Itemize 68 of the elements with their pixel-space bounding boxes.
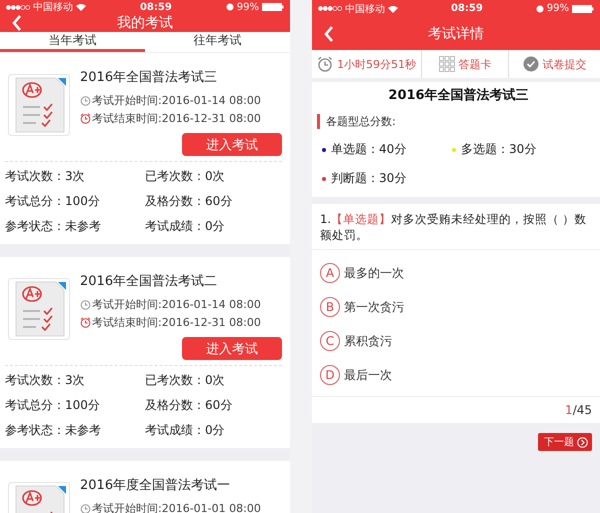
end-time: 考试结束时间:2016-12-31 08:00 (92, 111, 261, 126)
score-type: 多选题：30分 (461, 141, 536, 158)
battery-percent: 99% (236, 2, 259, 12)
clock-icon (80, 503, 91, 513)
clock-time: 08:59 (138, 2, 173, 12)
clock-icon (80, 299, 91, 310)
exam-stat: 考试成绩：0分 (145, 422, 226, 439)
page-title: 我的考试 (116, 14, 174, 32)
option-text[interactable]: 第一次贪污 (344, 298, 404, 316)
back-icon[interactable] (324, 26, 334, 42)
start-time: 考试开始时间:2016-01-14 08:00 (92, 93, 261, 108)
option-letter[interactable]: A (320, 263, 340, 284)
clock-time: 08:59 (450, 3, 484, 14)
option-text[interactable]: 最后一次 (344, 366, 392, 384)
option-letter[interactable]: B (320, 297, 340, 318)
battery-icon (572, 4, 594, 12)
exam-stat: 考试次数：3次 (5, 372, 86, 389)
alarm-clock-icon (317, 56, 334, 72)
enter-exam-button[interactable]: 进入考试 (182, 133, 282, 156)
question-text: 1.【单选题】对多次受贿未经处理的，按照（ ）数额处罚。 (312, 204, 600, 250)
exam-stat: 考试总分：100分 (5, 397, 101, 414)
exam-title: 2016年全国普法考试三 (80, 68, 218, 86)
exam-stat: 考试总分：100分 (5, 193, 101, 210)
exam-stat: 已考次数：0次 (145, 372, 226, 389)
option-letter[interactable]: C (320, 331, 340, 352)
battery-icon (262, 3, 284, 11)
section-label: 各题型总分数: (317, 114, 600, 129)
wifi-icon (76, 3, 86, 11)
option-text[interactable]: 累积贪污 (344, 332, 392, 350)
grid-icon (438, 56, 455, 72)
alarm-clock-icon (80, 317, 91, 328)
battery-percent: 99% (546, 3, 569, 14)
page-counter: 1/45 (565, 403, 592, 418)
page-title: 考试详情 (427, 24, 485, 42)
answer-card-button[interactable]: 答题卡 (421, 50, 508, 78)
start-time: 考试开始时间:2016-01-14 08:00 (92, 297, 261, 312)
signal-icon (6, 4, 30, 10)
exam-stat: 及格分数：60分 (145, 193, 234, 210)
timer-button[interactable]: 1小时59分51秒 (312, 50, 422, 78)
exam-title: 2016年度全国普法考试一 (80, 476, 232, 494)
score-type: 判断题：30分 (331, 170, 406, 187)
exam-stat: 及格分数：60分 (145, 397, 234, 414)
exam-paper-icon (8, 278, 70, 340)
option-letter[interactable]: D (320, 365, 340, 386)
exam-stat: 参考状态：未参考 (5, 218, 102, 235)
clock-icon (80, 95, 91, 106)
tab[interactable]: 当年考试 (0, 32, 145, 52)
exam-stat: 已考次数：0次 (145, 168, 226, 185)
exam-paper-icon (8, 74, 70, 136)
exam-stat: 参考状态：未参考 (5, 422, 102, 439)
alarm-clock-icon (80, 113, 91, 124)
exam-title: 2016年全国普法考试二 (80, 272, 218, 290)
submit-button[interactable]: 试卷提交 (508, 50, 600, 78)
signal-icon (318, 6, 342, 11)
option-text[interactable]: 最多的一次 (344, 264, 404, 282)
carrier-name: 中国移动 (345, 2, 385, 16)
next-question-button[interactable]: 下一题 (538, 433, 592, 452)
check-circle-icon (522, 56, 539, 72)
wifi-icon (388, 4, 398, 12)
end-time: 考试结束时间:2016-12-31 08:00 (92, 315, 261, 330)
exam-stat: 考试次数：3次 (5, 168, 86, 185)
chevron-circle-icon (577, 436, 588, 448)
score-type: 单选题：40分 (331, 141, 406, 158)
exam-title: 2016年全国普法考试三 (387, 86, 530, 104)
enter-exam-button[interactable]: 进入考试 (182, 337, 282, 360)
carrier-name: 中国移动 (33, 0, 73, 14)
back-icon[interactable] (12, 15, 22, 31)
exam-stat: 考试成绩：0分 (145, 218, 226, 235)
